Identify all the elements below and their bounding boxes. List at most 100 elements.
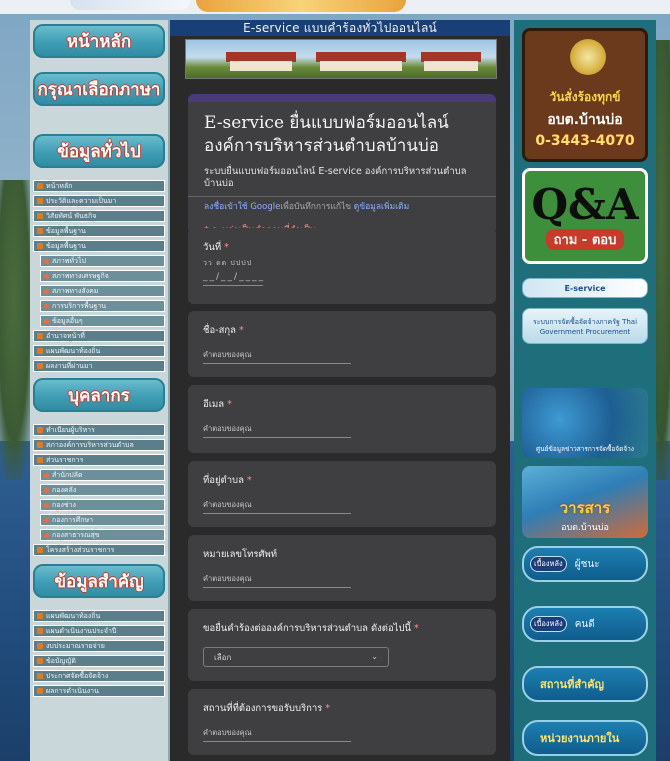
required-star: * <box>238 325 244 336</box>
banner-winner[interactable]: เบื้องหลัง ผู้ชนะ <box>522 546 648 582</box>
input-underline <box>203 513 351 514</box>
menu-item[interactable]: สภาองค์การบริหารส่วนตำบล <box>33 439 165 451</box>
menu-item[interactable]: ผลการดำเนินงาน <box>33 685 165 697</box>
name-input[interactable]: คำตอบของคุณ <box>203 349 252 361</box>
signin-hint: เพื่อบันทึกการแก้ไข <box>280 202 354 212</box>
bullet-icon <box>44 273 49 279</box>
bullet-icon <box>37 658 43 664</box>
input-underline <box>203 363 351 364</box>
menu-item[interactable]: ข้อบัญญัติ <box>33 655 165 667</box>
submenu-item[interactable]: กองช่าง <box>40 499 165 511</box>
menu-item[interactable]: แผนพัฒนาท้องถิ่น <box>33 345 165 357</box>
menu-item[interactable]: โครงสร้างส่วนราชการ <box>33 544 165 556</box>
submenu-item[interactable]: สภาพทางเศรษฐกิจ <box>40 270 165 282</box>
bullet-icon <box>37 183 43 189</box>
contact-phone: 0-3443-4070 <box>535 133 635 149</box>
menu-item[interactable]: ทำเนียบผู้บริหาร <box>33 424 165 436</box>
page-title: E-service แบบคำร้องทั่วไปออนไลน์ <box>170 20 510 36</box>
address-input[interactable]: คำตอบของคุณ <box>203 499 252 511</box>
bullet-icon <box>37 198 43 204</box>
bullet-icon <box>37 427 43 433</box>
journal-banner[interactable]: วารสาร อบต.บ้านบ่อ <box>522 466 648 538</box>
header-photo <box>185 39 497 79</box>
bullet-icon <box>37 688 43 694</box>
bullet-icon <box>37 333 43 339</box>
question-card-date: วันที่ * วว ดด ปปปป __/__/____ <box>188 228 496 304</box>
menu-item[interactable]: แผนพัฒนาท้องถิ่น <box>33 610 165 622</box>
signin-link[interactable]: ลงชื่อเข้าใช้ Google <box>204 202 280 212</box>
banner-important-info: ข้อมูลสำคัญ <box>33 564 165 598</box>
bullet-icon <box>44 288 49 294</box>
menu-item[interactable]: ข้อมูลพื้นฐาน <box>33 225 165 237</box>
question-card-address: ที่อยู่ตำบล * คำตอบของคุณ <box>188 461 496 527</box>
info-center-banner[interactable]: ศูนย์ข้อมูลข่าวสารการจัดซื้อจัดจ้าง <box>522 388 648 458</box>
bullet-icon <box>44 487 49 493</box>
menu-item[interactable]: ประวัติและความเป็นมา <box>33 195 165 207</box>
menu-item[interactable]: อำนาจหน้าที่ <box>33 330 165 342</box>
phone-input[interactable]: คำตอบของคุณ <box>203 573 252 585</box>
bullet-icon <box>37 628 43 634</box>
banner-important-places[interactable]: สถานที่สำคัญ <box>522 666 648 702</box>
question-label: ที่อยู่ตำบล * <box>203 475 252 486</box>
bullet-icon <box>44 258 49 264</box>
submenu-item[interactable]: กองสาธารณสุข <box>40 529 165 541</box>
bullet-icon <box>37 348 43 354</box>
question-label: หมายเลขโทรศัพท์ <box>203 549 278 560</box>
banner-home[interactable]: หน้าหลัก <box>33 24 165 58</box>
input-underline <box>203 437 351 438</box>
question-card-name: ชื่อ-สกุล * คำตอบของคุณ <box>188 311 496 377</box>
menu-item[interactable]: ข้อมูลพื้นฐาน <box>33 240 165 252</box>
question-card-phone: หมายเลขโทรศัพท์ คำตอบของคุณ <box>188 535 496 601</box>
submenu-item[interactable]: สำนักปลัด <box>40 469 165 481</box>
menu-item[interactable]: ผลงานที่ผ่านมา <box>33 360 165 372</box>
request-type-dropdown[interactable]: เลือก ⌄ <box>203 647 389 667</box>
chevron-down-icon: ⌄ <box>371 652 378 661</box>
submenu-item[interactable]: กองการศึกษา <box>40 514 165 526</box>
question-label: อีเมล * <box>203 399 232 410</box>
email-input[interactable]: คำตอบของคุณ <box>203 423 252 435</box>
header-badge <box>196 0 406 12</box>
divider <box>188 196 496 197</box>
banner-good-person[interactable]: เบื้องหลัง คนดี <box>522 606 648 642</box>
submenu-item[interactable]: กองคลัง <box>40 484 165 496</box>
form-title-card: E-service ยื่นแบบฟอร์มออนไลน์ องค์การบริ… <box>188 94 496 236</box>
qa-banner[interactable]: Q&A ถาม - ตอบ <box>522 168 648 264</box>
more-info-link[interactable]: ดูข้อมูลเพิ่มเติม <box>354 202 409 212</box>
date-input[interactable]: __/__/____ <box>203 272 265 282</box>
question-label: ขอยื่นคำร้องต่อองค์การบริหารส่วนตำบล ดัง… <box>203 623 419 634</box>
banner-internal-agencies[interactable]: หน่วยงานภายใน <box>522 720 648 756</box>
question-card-email: อีเมล * คำตอบของคุณ <box>188 385 496 453</box>
banner-language[interactable]: กรุณาเลือกภาษา <box>33 72 165 106</box>
menu-item[interactable]: งบประมาณรายจ่าย <box>33 640 165 652</box>
menu-item[interactable]: หน้าหลัก <box>33 180 165 192</box>
date-format-hint: วว ดด ปปปป <box>203 259 253 267</box>
required-star: * <box>325 703 331 714</box>
required-star: * <box>224 242 229 253</box>
menu-item[interactable]: แผนดำเนินงานประจำปี <box>33 625 165 637</box>
bullet-icon <box>44 517 49 523</box>
menu-item[interactable]: วิสัยทัศน์ พันธกิจ <box>33 210 165 222</box>
submenu-item[interactable]: สภาพทางสังคม <box>40 285 165 297</box>
question-label: ชื่อ-สกุล * <box>203 325 244 336</box>
submenu-item[interactable]: ข้อมูลอื่นๆ <box>40 315 165 327</box>
eservice-banner[interactable]: E-service <box>522 278 648 298</box>
menu-item[interactable]: ประกาศจัดซื้อจัดจ้าง <box>33 670 165 682</box>
required-star: * <box>414 623 419 634</box>
service-location-input[interactable]: คำตอบของคุณ <box>203 727 252 739</box>
complaint-contact-banner[interactable]: วันสั่งร้องทุกข์ อบต.บ้านบ่อ 0-3443-4070 <box>522 28 648 162</box>
form-title: E-service ยื่นแบบฟอร์มออนไลน์ องค์การบริ… <box>204 113 449 156</box>
submenu-item[interactable]: สภาพทั่วไป <box>40 255 165 267</box>
procurement-banner[interactable]: ระบบการจัดซื้อจัดจ้างภาครัฐ Thai Governm… <box>522 308 648 344</box>
submenu-item[interactable]: การบริการพื้นฐาน <box>40 300 165 312</box>
bullet-icon <box>37 673 43 679</box>
question-card-service-location: สถานที่ที่ต้องการขอรับบริการ * คำตอบของค… <box>188 689 496 755</box>
input-underline <box>203 285 263 286</box>
form-description: ระบบยื่นแบบฟอร์มออนไลน์ E-service องค์กา… <box>204 166 467 189</box>
input-underline <box>203 587 351 588</box>
seal-icon <box>570 39 606 75</box>
bullet-icon <box>37 243 43 249</box>
menu-item[interactable]: ส่วนราชการ <box>33 454 165 466</box>
bullet-icon <box>44 532 49 538</box>
question-label: สถานที่ที่ต้องการขอรับบริการ * <box>203 703 331 714</box>
question-card-request-type: ขอยื่นคำร้องต่อองค์การบริหารส่วนตำบล ดัง… <box>188 609 496 681</box>
